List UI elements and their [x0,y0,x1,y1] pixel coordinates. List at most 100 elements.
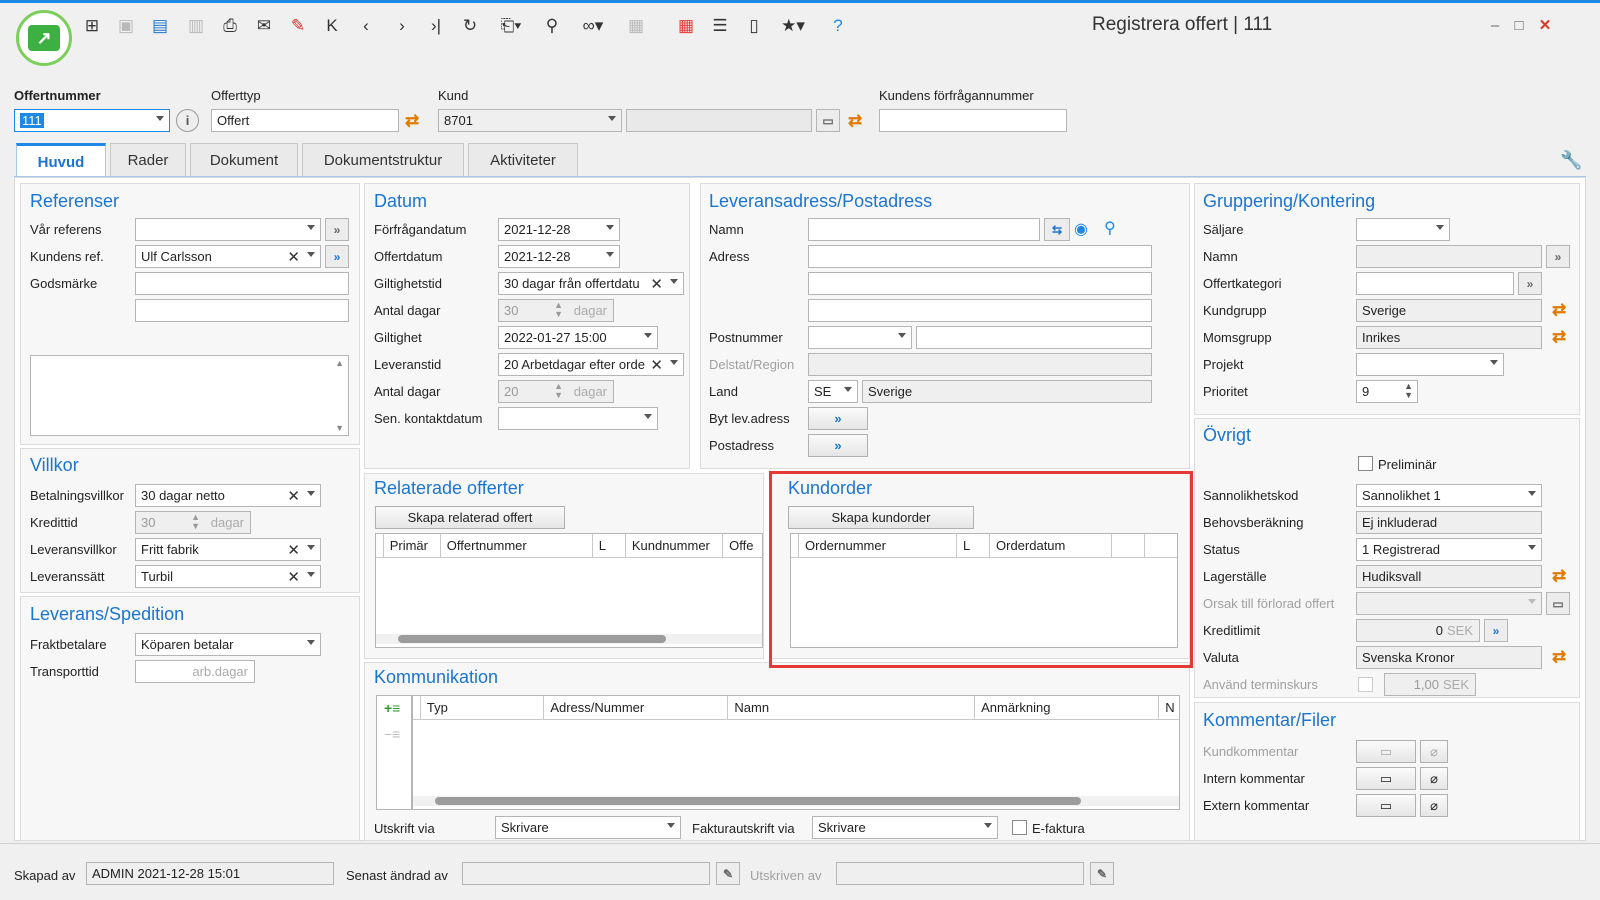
eye-icon[interactable]: ◉ [1074,219,1088,239]
lev-namn-field[interactable] [808,218,1040,241]
leveranstid-field[interactable]: 20 Arbetdagar efter orde ✕ [498,353,684,376]
kundens-forfragannummer-field[interactable] [879,109,1067,132]
utskrift-via-field[interactable]: Skrivare [495,816,681,839]
spinner-icon[interactable]: ▲ ▼ [554,382,563,400]
grid-icon[interactable]: ▦ [624,14,648,38]
lagerstalle-swap-arrow-icon[interactable]: ⇄ [1552,566,1566,586]
spinner-icon[interactable]: ▲ ▼ [554,301,563,319]
last-record-icon[interactable]: ›| [424,14,448,38]
previous-icon[interactable]: ‹ [354,14,378,38]
tab-dokumentstruktur[interactable]: Dokumentstruktur [302,143,464,177]
saljare-lookup-button[interactable]: » [1546,245,1570,268]
columns-icon[interactable]: ▯ [742,14,766,38]
column-header[interactable]: Namn [728,696,976,719]
preliminar-checkbox[interactable] [1358,456,1373,471]
intern-kommentar-comment-button[interactable]: ▭ [1356,767,1416,790]
remove-row-icon[interactable]: −≡ [384,726,400,742]
kreditlimit-lookup-button[interactable]: » [1484,619,1508,642]
offertdatum-field[interactable]: 2021-12-28 [498,245,620,268]
transporttid-field[interactable]: arb.dagar [135,660,255,683]
fakturautskrift-via-field[interactable]: Skrivare [812,816,998,839]
godsmarke-field-2[interactable] [135,299,349,322]
godsmarke-field-1[interactable] [135,272,349,295]
map-pin-icon[interactable]: ⚲ [1104,218,1116,238]
refresh-icon[interactable]: ↻ [458,14,482,38]
column-header[interactable]: Offertnummer [441,534,593,557]
tab-huvud[interactable]: Huvud [16,143,106,178]
scrollbar-thumb[interactable] [398,635,666,643]
tab-rader[interactable]: Rader [110,143,186,177]
column-header[interactable]: Kundnummer [626,534,724,557]
first-record-icon[interactable]: K [320,14,344,38]
projekt-field[interactable] [1356,353,1504,376]
column-header[interactable]: L [593,534,626,557]
clipboard-menu-icon[interactable]: ⎗▾ [494,14,528,38]
extern-kommentar-comment-button[interactable]: ▭ [1356,794,1416,817]
kund-field[interactable]: 8701 [438,109,622,132]
swap-arrow-icon[interactable]: ⇄ [405,111,419,131]
mail-icon[interactable]: ✉ [252,14,276,38]
column-header[interactable]: Anmärkning [975,696,1160,719]
kredittid-field[interactable]: 30 ▲ ▼ dagar [135,511,251,534]
send-icon[interactable]: ✎ [286,14,310,38]
info-icon[interactable]: i [176,109,199,132]
spinner-icon[interactable]: ▲ ▼ [191,513,200,531]
byt-lev-adress-button[interactable]: » [808,407,868,430]
kundgrupp-swap-arrow-icon[interactable]: ⇄ [1552,300,1566,320]
transfer-icon[interactable]: ⇆ [1044,218,1070,241]
land-code-field[interactable]: SE [808,380,858,403]
referenser-notes-textarea[interactable]: ▲ ▼ [30,355,349,436]
offerttyp-field[interactable]: Offert [211,109,399,132]
postort-field[interactable] [916,326,1152,349]
kundens-ref-field[interactable]: Ulf Carlsson ✕ [135,245,321,268]
postadress-button[interactable]: » [808,434,868,457]
saljare-field[interactable] [1356,218,1450,241]
forfragandatum-field[interactable]: 2021-12-28 [498,218,620,241]
kund-swap-arrow-icon[interactable]: ⇄ [848,111,862,131]
extern-kommentar-attach-icon[interactable]: ⌀ [1420,794,1448,817]
tab-dokument[interactable]: Dokument [190,143,298,177]
valuta-swap-arrow-icon[interactable]: ⇄ [1552,647,1566,667]
print-icon[interactable]: ⎙ [218,14,242,38]
save-close-icon[interactable]: ▤ [148,14,172,38]
antal-dagar2-field[interactable]: 20 ▲ ▼ dagar [498,380,614,403]
anvand-terminskurs-checkbox[interactable] [1358,677,1373,692]
andrad-edit-icon[interactable]: ✎ [716,862,740,885]
column-header[interactable]: N [1159,696,1179,719]
column-header[interactable]: Primär [384,534,441,557]
new-icon[interactable]: ⊞ [80,14,104,38]
leveransvillkor-field[interactable]: Fritt fabrik ✕ [135,538,321,561]
fraktbetalare-field[interactable]: Köparen betalar [135,633,321,656]
sannolikhetskod-field[interactable]: Sannolikhet 1 [1356,484,1542,507]
kundkommentar-attach-icon[interactable]: ⌀ [1420,740,1448,763]
scroll-up-icon[interactable]: ▲ [335,358,344,368]
kundens-ref-lookup-button[interactable]: » [325,245,349,268]
link-menu-icon[interactable]: ∞▾ [576,14,610,38]
momsgrupp-swap-arrow-icon[interactable]: ⇄ [1552,327,1566,347]
offertkategori-lookup-button[interactable]: » [1518,272,1542,295]
sen-kontaktdatum-field[interactable] [498,407,658,430]
status-field[interactable]: 1 Registrerad [1356,538,1542,561]
column-header[interactable]: Typ [421,696,545,719]
intern-kommentar-attach-icon[interactable]: ⌀ [1420,767,1448,790]
apps-icon[interactable]: ▦ [674,14,698,38]
maximize-button[interactable]: □ [1508,14,1530,36]
clear-icon[interactable]: ✕ [650,356,663,374]
next-icon[interactable]: › [390,14,414,38]
column-header[interactable]: Adress/Nummer [544,696,729,719]
delete-icon[interactable]: ▥ [184,14,208,38]
adress-field-1[interactable] [808,245,1152,268]
column-header[interactable]: Offe [723,534,762,557]
scrollbar-thumb[interactable] [435,797,1081,805]
clear-icon[interactable]: ✕ [287,568,300,586]
offertkategori-field[interactable] [1356,272,1514,295]
antal-dagar-field[interactable]: 30 ▲ ▼ dagar [498,299,614,322]
spinner-icon[interactable]: ▲ ▼ [1404,382,1413,400]
tab-aktiviteter[interactable]: Aktiviteter [468,143,578,177]
horizontal-scrollbar[interactable] [376,634,762,644]
clear-icon[interactable]: ✕ [287,541,300,559]
e-faktura-checkbox[interactable] [1012,820,1027,835]
clear-icon[interactable]: ✕ [287,248,300,266]
prioritet-field[interactable]: 9 ▲ ▼ [1356,380,1418,403]
add-row-icon[interactable]: +≡ [384,700,400,716]
